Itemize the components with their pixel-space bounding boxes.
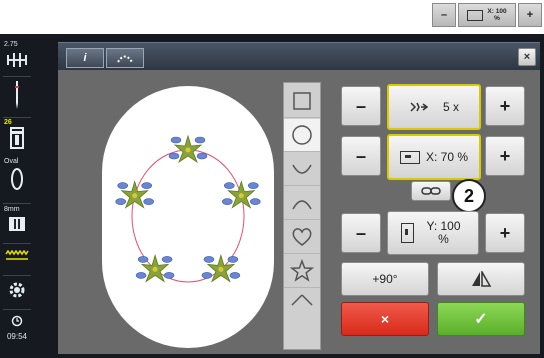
hoop-size-label: 8mm bbox=[4, 206, 20, 213]
repeat-count-button[interactable]: 5 x bbox=[387, 84, 481, 130]
confirm-button[interactable]: ✓ bbox=[437, 302, 525, 336]
width-minus-button[interactable]: – bbox=[341, 136, 381, 176]
chain-link-icon bbox=[421, 187, 441, 195]
shape-circle-button[interactable] bbox=[284, 119, 320, 152]
header-bar: i × bbox=[58, 42, 540, 70]
cancel-button[interactable]: × bbox=[341, 302, 429, 336]
repeat-motif-icon bbox=[410, 102, 429, 112]
arc-up-icon bbox=[292, 200, 312, 210]
diamond-icon bbox=[291, 294, 313, 306]
arc-down-icon bbox=[292, 164, 312, 174]
tab-arc-shapes[interactable] bbox=[106, 48, 144, 68]
arc-icon bbox=[117, 55, 133, 63]
shape-star-button[interactable] bbox=[284, 255, 320, 288]
repeat-plus-button[interactable]: + bbox=[485, 86, 525, 126]
needle-size-label: 2.75 bbox=[4, 41, 18, 48]
repeat-count-value: 5 x bbox=[442, 100, 459, 114]
mirror-icon bbox=[472, 271, 492, 287]
circle-icon bbox=[292, 125, 312, 145]
clock-icon bbox=[0, 315, 34, 329]
callout-badge: 2 bbox=[452, 179, 486, 213]
presser-foot-icon[interactable] bbox=[0, 51, 34, 71]
resize-icon bbox=[467, 9, 483, 21]
height-resize-icon bbox=[400, 223, 414, 243]
repeat-minus-button[interactable]: – bbox=[341, 86, 381, 126]
shape-square-button[interactable] bbox=[284, 85, 320, 118]
stitch-plate-icon[interactable] bbox=[0, 127, 34, 153]
square-icon bbox=[293, 92, 311, 110]
shape-more-button[interactable] bbox=[284, 289, 320, 351]
width-scale-value: X: 70 % bbox=[425, 150, 469, 164]
rotate-button[interactable]: +90° bbox=[341, 262, 429, 296]
top-plus-button[interactable]: + bbox=[518, 3, 542, 27]
width-resize-icon bbox=[399, 150, 420, 164]
close-button[interactable]: × bbox=[518, 48, 536, 66]
needle-icon[interactable] bbox=[0, 80, 34, 112]
shape-arc-down-button[interactable] bbox=[284, 153, 320, 186]
shape-selector bbox=[283, 82, 321, 350]
top-width-button[interactable]: X: 100 % bbox=[458, 3, 516, 27]
clock-time: 09:54 bbox=[6, 332, 28, 341]
top-width-label: X: 100 % bbox=[487, 8, 507, 22]
link-proportions-button[interactable] bbox=[411, 181, 451, 201]
top-minus-button[interactable]: – bbox=[432, 3, 456, 27]
feed-dog-icon[interactable] bbox=[0, 249, 34, 266]
heart-icon bbox=[292, 228, 312, 246]
height-plus-button[interactable]: + bbox=[485, 213, 525, 253]
height-scale-value: Y: 100 % bbox=[426, 219, 461, 246]
stitch-plate-label: Oval bbox=[4, 158, 19, 165]
hoop-icon[interactable] bbox=[0, 216, 34, 236]
mirror-button[interactable] bbox=[437, 262, 525, 296]
star-icon bbox=[290, 259, 314, 282]
height-scale-button[interactable]: Y: 100 % bbox=[387, 211, 479, 255]
hoop-oval-icon[interactable] bbox=[0, 167, 34, 193]
shape-heart-button[interactable] bbox=[284, 221, 320, 254]
height-minus-button[interactable]: – bbox=[341, 213, 381, 253]
embroidery-preview bbox=[102, 86, 274, 348]
shape-arc-up-button[interactable] bbox=[284, 187, 320, 220]
width-scale-button[interactable]: X: 70 % bbox=[387, 134, 481, 180]
settings-gear-icon[interactable] bbox=[0, 281, 34, 303]
width-plus-button[interactable]: + bbox=[485, 136, 525, 176]
tab-info[interactable]: i bbox=[66, 48, 104, 68]
bobbin-number: 26 bbox=[4, 119, 12, 126]
